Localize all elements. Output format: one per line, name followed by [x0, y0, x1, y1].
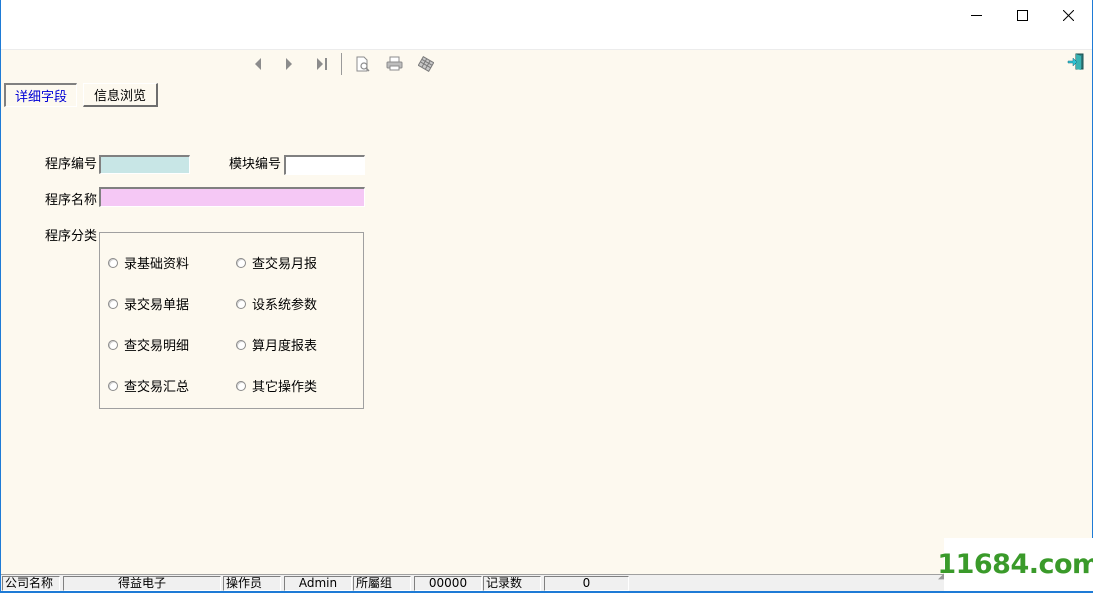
program-code-label: 程序编号: [45, 157, 98, 172]
triangle-right-icon: [286, 58, 292, 70]
radio-label: 查交易汇总: [124, 380, 190, 395]
radio-button-icon[interactable]: [108, 257, 118, 268]
minimize-icon: [970, 15, 982, 16]
category-radio-transaction-summary[interactable]: 查交易汇总: [108, 376, 189, 395]
program-name-input[interactable]: [101, 189, 364, 206]
records-label: 记录数: [483, 576, 541, 591]
program-code-input[interactable]: [101, 157, 189, 173]
radio-label: 其它操作类: [252, 380, 318, 395]
maximize-icon: [1016, 10, 1028, 21]
watermark: 11684.com: [937, 538, 1093, 591]
close-icon: [1062, 10, 1074, 21]
program-code-field[interactable]: [99, 155, 190, 174]
exit-door-icon: [1067, 53, 1084, 70]
module-code-label: 模块编号: [229, 157, 282, 172]
radio-button-icon[interactable]: [236, 298, 246, 309]
export-button[interactable]: [415, 54, 437, 74]
group-label: 所屬组: [353, 576, 411, 591]
tab-detail-fields[interactable]: 详细字段: [4, 83, 77, 107]
print-button[interactable]: [383, 54, 405, 74]
minimize-button[interactable]: [953, 0, 999, 31]
radio-label: 设系统参数: [252, 298, 318, 313]
radio-label: 算月度报表: [252, 339, 318, 354]
print-preview-button[interactable]: [352, 54, 374, 74]
company-value: 得益电子: [63, 576, 221, 591]
radio-button-icon[interactable]: [108, 298, 118, 309]
radio-button-icon[interactable]: [236, 257, 246, 268]
toolbar-separator: [341, 53, 342, 75]
module-code-field[interactable]: [284, 155, 365, 175]
company-label: 公司名称: [2, 576, 60, 591]
category-radio-monthly-report[interactable]: 查交易月报: [236, 253, 317, 272]
program-category-label: 程序分类: [45, 229, 98, 244]
operator-value: Admin: [284, 576, 352, 591]
radio-button-icon[interactable]: [108, 339, 118, 350]
print-preview-icon: [356, 56, 370, 72]
toolbar: [1, 50, 1092, 78]
radio-label: 查交易明细: [124, 339, 190, 354]
operator-label: 操作员: [223, 576, 281, 591]
category-radio-other[interactable]: 其它操作类: [236, 376, 317, 395]
category-radio-transaction-docs[interactable]: 录交易单据: [108, 294, 189, 313]
title-bar: [1, 0, 1092, 50]
tab-info-browse[interactable]: 信息浏览: [83, 83, 158, 107]
program-name-label: 程序名称: [45, 193, 98, 208]
window-border: [0, 0, 1, 593]
category-radio-monthly-calc[interactable]: 算月度报表: [236, 335, 317, 354]
next-record-button[interactable]: [278, 54, 300, 74]
radio-label: 查交易月报: [252, 257, 318, 272]
radio-label: 录基础资料: [124, 257, 190, 272]
export-grid-icon: [418, 56, 434, 72]
radio-button-icon[interactable]: [108, 380, 118, 391]
close-button[interactable]: [1045, 0, 1091, 31]
category-radio-system-params[interactable]: 设系统参数: [236, 294, 317, 313]
previous-record-button[interactable]: [247, 54, 269, 74]
maximize-button[interactable]: [999, 0, 1045, 31]
program-name-field[interactable]: [99, 187, 365, 207]
exit-button[interactable]: [1065, 52, 1087, 72]
program-category-group: 录基础资料 查交易月报 录交易单据 设系统参数 查交易明细 算月度报表 查交易汇…: [99, 232, 364, 409]
skip-to-end-icon: [317, 58, 327, 70]
status-bar: 公司名称 得益电子 操作员 Admin 所屬组 00000 记录数 0: [1, 574, 1092, 592]
last-record-button[interactable]: [311, 54, 333, 74]
category-radio-base-data[interactable]: 录基础资料: [108, 253, 189, 272]
radio-button-icon[interactable]: [236, 339, 246, 350]
module-code-input[interactable]: [286, 157, 364, 174]
group-value: 00000: [414, 576, 482, 591]
radio-label: 录交易单据: [124, 298, 190, 313]
records-value: 0: [544, 576, 629, 591]
category-radio-transaction-detail[interactable]: 查交易明细: [108, 335, 189, 354]
triangle-left-icon: [255, 58, 261, 70]
printer-icon: [386, 56, 402, 71]
radio-button-icon[interactable]: [236, 380, 246, 391]
